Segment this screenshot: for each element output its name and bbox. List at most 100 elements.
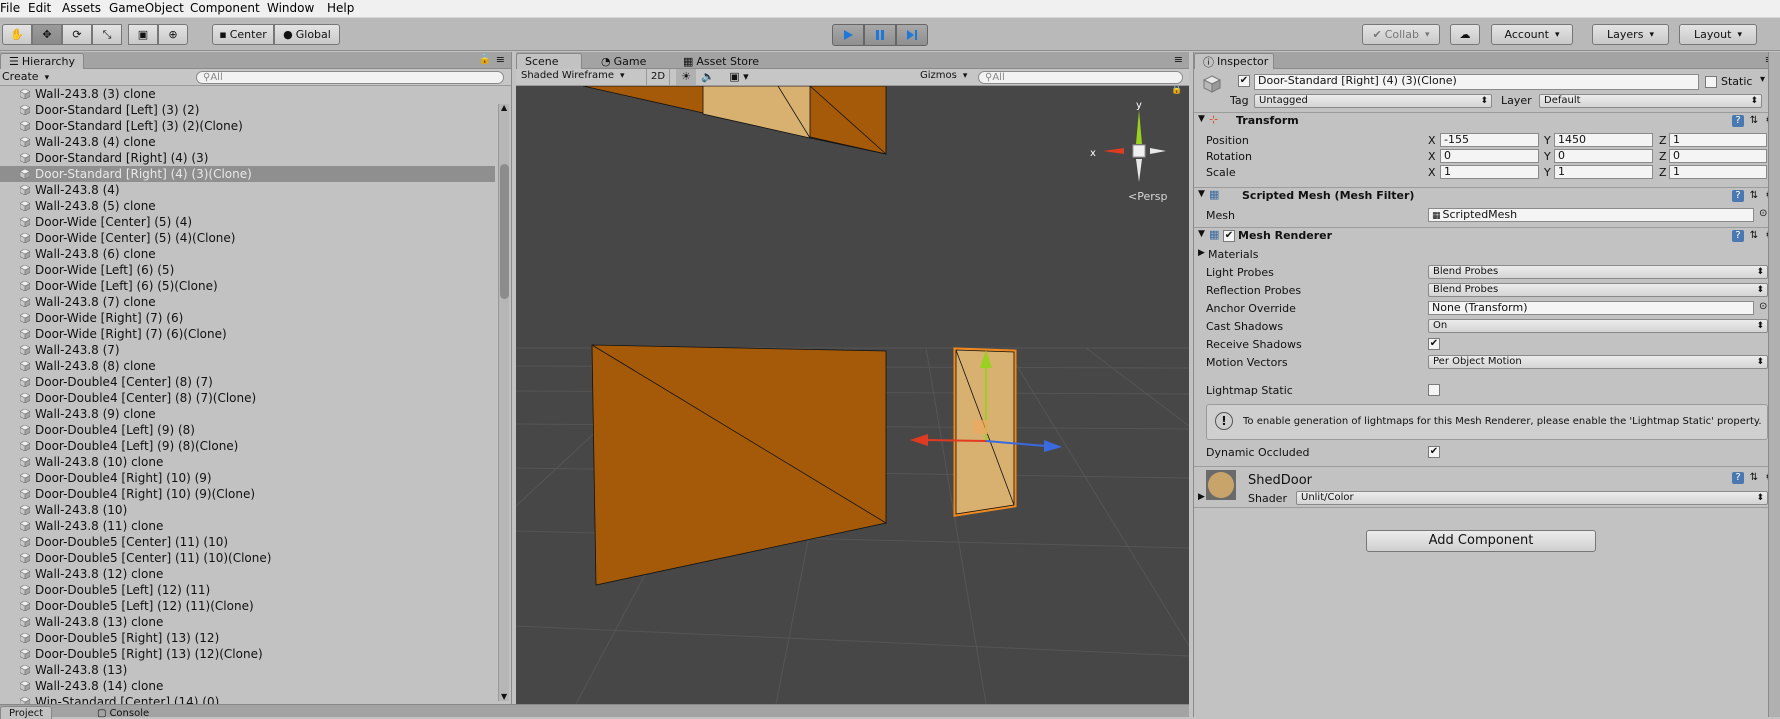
audio-toggle[interactable]: 🔈 [698,69,718,85]
hand-tool-button[interactable]: ✋ [2,24,32,45]
menu-component[interactable]: Component [190,1,260,15]
anchor-override-field[interactable]: None (Transform) [1428,301,1754,315]
wall-main[interactable] [591,344,887,586]
hierarchy-item[interactable]: Door-Standard [Right] (4) (3) [0,150,495,166]
hierarchy-item[interactable]: Wall-243.8 (9) clone [0,406,495,422]
preset-icon[interactable]: ⇅ [1748,472,1760,484]
toggle-2d-button[interactable]: 2D [646,69,670,85]
object-picker-icon[interactable]: ⊙ [1759,301,1767,312]
collab-dropdown[interactable]: ✔ Collab [1362,24,1440,45]
object-picker-icon[interactable]: ⊙ [1759,208,1767,219]
effects-dropdown[interactable]: ▣ ▾ [724,69,754,85]
menu-help[interactable]: Help [327,1,354,15]
dynamic-occluded-checkbox[interactable]: ✔ [1428,446,1440,458]
gizmos-dropdown[interactable]: Gizmos [920,70,967,81]
cloud-button[interactable]: ☁ [1450,24,1480,45]
move-gizmo[interactable] [910,350,1062,452]
hierarchy-item[interactable]: Door-Wide [Center] (5) (4) [0,214,495,230]
add-component-button[interactable]: Add Component [1366,530,1596,552]
hierarchy-scrollbar[interactable]: ▲ ▼ [498,103,509,701]
position-x-input[interactable]: -155 [1440,133,1539,147]
step-button[interactable] [896,24,928,46]
menu-window[interactable]: Window [267,1,314,15]
rotation-z-input[interactable]: 0 [1669,149,1767,163]
hierarchy-item[interactable]: Door-Standard [Right] (4) (3)(Clone) [0,166,495,182]
hierarchy-item[interactable]: Door-Wide [Left] (6) (5)(Clone) [0,278,495,294]
layout-dropdown[interactable]: Layout [1679,24,1757,45]
hierarchy-item[interactable]: Door-Double5 [Center] (11) (10)(Clone) [0,550,495,566]
hierarchy-item[interactable]: Wall-243.8 (8) clone [0,358,495,374]
expand-arrow-icon[interactable]: ▼ [1198,114,1205,124]
tab-inspector[interactable]: ⓘ Inspector [1194,53,1274,69]
static-checkbox[interactable] [1705,76,1717,88]
scale-z-input[interactable]: 1 [1669,165,1767,179]
hierarchy-item[interactable]: Door-Double4 [Center] (8) (7) [0,374,495,390]
hierarchy-item[interactable]: Wall-243.8 (5) clone [0,198,495,214]
preset-icon[interactable]: ⇅ [1748,230,1760,242]
hierarchy-item[interactable]: Door-Wide [Left] (6) (5) [0,262,495,278]
scene-search-input[interactable]: ⚲All [978,71,1183,84]
panel-menu-icon[interactable]: ≡ [1174,53,1183,66]
hierarchy-item[interactable]: Door-Double5 [Right] (13) (12) [0,630,495,646]
menu-assets[interactable]: Assets [62,1,101,15]
expand-arrow-icon[interactable]: ▼ [1198,189,1205,199]
hierarchy-item[interactable]: Door-Double5 [Center] (11) (10) [0,534,495,550]
move-tool-button[interactable]: ✥ [32,24,62,45]
hierarchy-item[interactable]: Door-Standard [Left] (3) (2) [0,102,495,118]
mesh-filter-header[interactable]: ▼ ▦ Scripted Mesh (Mesh Filter) ?⇅⚙ [1194,187,1780,205]
material-expand-icon[interactable]: ▶ [1198,492,1205,502]
hierarchy-item[interactable]: Wall-243.8 (7) [0,342,495,358]
hierarchy-item[interactable]: Door-Double4 [Left] (9) (8) [0,422,495,438]
hierarchy-item[interactable]: Door-Double4 [Center] (8) (7)(Clone) [0,390,495,406]
position-y-input[interactable]: 1450 [1554,133,1653,147]
scroll-down-icon[interactable]: ▼ [501,692,507,701]
hierarchy-item[interactable]: Door-Wide [Center] (5) (4)(Clone) [0,230,495,246]
hierarchy-item[interactable]: Wall-243.8 (10) clone [0,454,495,470]
lock-icon[interactable]: 🔒 [1171,86,1182,95]
hierarchy-item[interactable]: Door-Double4 [Right] (10) (9)(Clone) [0,486,495,502]
pivot-global-button[interactable]: ● Global [274,24,340,45]
persp-label[interactable]: <Persp [1128,190,1167,203]
rect-tool-button[interactable]: ▣ [128,24,158,45]
hierarchy-item[interactable]: Door-Double4 [Right] (10) (9) [0,470,495,486]
lightmap-static-checkbox[interactable] [1428,384,1440,396]
hierarchy-item[interactable]: Door-Double4 [Left] (9) (8)(Clone) [0,438,495,454]
hierarchy-item[interactable]: Wall-243.8 (13) clone [0,614,495,630]
help-icon[interactable]: ? [1732,115,1744,127]
hierarchy-item[interactable]: Door-Wide [Right] (7) (6)(Clone) [0,326,495,342]
materials-label[interactable]: Materials [1208,248,1258,261]
reflection-probes-dropdown[interactable]: Blend Probes [1428,283,1768,297]
scroll-up-icon[interactable]: ▲ [501,103,507,112]
preset-icon[interactable]: ⇅ [1748,190,1760,202]
tab-asset-store[interactable]: ▦ Asset Store [674,53,768,69]
motion-vectors-dropdown[interactable]: Per Object Motion [1428,355,1768,369]
hierarchy-item[interactable]: Wall-243.8 (13) [0,662,495,678]
pivot-center-button[interactable]: ▪ Center [212,24,274,45]
cast-shadows-dropdown[interactable]: On [1428,319,1768,333]
tag-dropdown[interactable]: Untagged [1254,94,1492,108]
hierarchy-item[interactable]: Wall-243.8 (6) clone [0,246,495,262]
transform-header[interactable]: ▼ ⊹ Transform ?⇅⚙ [1194,112,1780,130]
inspector-scrollbar[interactable] [1768,52,1780,717]
layers-dropdown[interactable]: Layers [1592,24,1669,45]
object-name-input[interactable]: Door-Standard [Right] (4) (3)(Clone) [1254,74,1699,90]
active-checkbox[interactable]: ✔ [1238,75,1250,87]
tab-console[interactable]: ▢ Console [88,706,158,719]
shader-dropdown[interactable]: Unlit/Color [1296,491,1768,505]
panel-menu-icon[interactable]: ≡ [496,53,505,66]
hierarchy-item[interactable]: Wall-243.8 (14) clone [0,678,495,694]
scale-x-input[interactable]: 1 [1440,165,1539,179]
play-button[interactable] [832,24,864,46]
material-preview[interactable] [1206,470,1236,500]
tab-hierarchy[interactable]: ☰ Hierarchy [0,53,85,69]
rotation-y-input[interactable]: 0 [1554,149,1653,163]
shading-mode-dropdown[interactable]: Shaded Wireframe [521,70,641,81]
position-z-input[interactable]: 1 [1669,133,1767,147]
tab-scene[interactable]: Scene [516,53,582,69]
hierarchy-item[interactable]: Door-Double5 [Left] (12) (11) [0,582,495,598]
rotate-tool-button[interactable]: ⟳ [62,24,92,45]
hierarchy-scroll-thumb[interactable] [500,164,509,299]
mesh-object-field[interactable]: ▦ ScriptedMesh [1428,208,1754,222]
hierarchy-item[interactable]: Wall-243.8 (11) clone [0,518,495,534]
hierarchy-item[interactable]: Door-Double5 [Right] (13) (12)(Clone) [0,646,495,662]
